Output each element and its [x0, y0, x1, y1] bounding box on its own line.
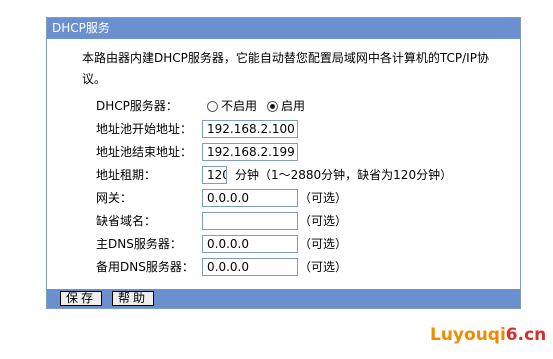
help-button[interactable]: 帮助 — [112, 291, 154, 306]
backup-dns-input[interactable]: 0.0.0.0 — [202, 258, 298, 276]
pool-start-label: 地址池开始地址： — [96, 122, 193, 136]
pool-end-input[interactable]: 192.168.2.199 — [202, 143, 298, 161]
dhcp-disable-option[interactable]: 不启用 — [207, 95, 257, 117]
watermark-part2: 6.cn — [505, 325, 547, 345]
dhcp-server-radio-group: 不启用 启用 — [207, 95, 315, 117]
gateway-row: 网关： 0.0.0.0 （可选） — [96, 187, 496, 209]
primary-dns-optional-note: （可选） — [299, 237, 348, 251]
gateway-label: 网关： — [96, 191, 133, 205]
lease-label: 地址租期： — [96, 168, 157, 182]
dhcp-server-label: DHCP服务器： — [96, 99, 178, 113]
lease-row: 地址租期： 120 分钟（1～2880分钟，缺省为120分钟） — [96, 164, 506, 186]
lease-input[interactable]: 120 — [202, 166, 227, 184]
gateway-input[interactable]: 0.0.0.0 — [202, 189, 298, 207]
dhcp-enable-radio[interactable] — [267, 100, 279, 112]
pool-end-row: 地址池结束地址： 192.168.2.199 — [96, 141, 496, 163]
primary-dns-label: 主DNS服务器： — [96, 237, 182, 251]
dhcp-enable-option[interactable]: 启用 — [267, 95, 305, 117]
domain-optional-note: （可选） — [299, 214, 348, 228]
domain-label: 缺省域名： — [96, 214, 157, 228]
panel-title: DHCP服务 — [47, 18, 520, 39]
domain-input[interactable] — [202, 212, 298, 230]
backup-dns-row: 备用DNS服务器： 0.0.0.0 （可选） — [96, 256, 496, 278]
dhcp-service-panel: DHCP服务 本路由器内建DHCP服务器，它能自动替您配置局域网中各计算机的TC… — [46, 17, 521, 309]
watermark-part1: Luyouqi — [430, 325, 506, 345]
pool-start-row: 地址池开始地址： 192.168.2.100 — [96, 118, 496, 140]
dhcp-enable-label[interactable]: 启用 — [281, 95, 305, 117]
primary-dns-row: 主DNS服务器： 0.0.0.0 （可选） — [96, 233, 496, 255]
backup-dns-label: 备用DNS服务器： — [96, 260, 194, 274]
gateway-optional-note: （可选） — [299, 191, 348, 205]
pool-end-label: 地址池结束地址： — [96, 145, 193, 159]
primary-dns-input[interactable]: 0.0.0.0 — [202, 235, 298, 253]
domain-row: 缺省域名： （可选） — [96, 210, 496, 232]
backup-dns-optional-note: （可选） — [299, 260, 348, 274]
panel-description: 本路由器内建DHCP服务器，它能自动替您配置局域网中各计算机的TCP/IP协议。 — [82, 51, 489, 86]
save-button[interactable]: 保存 — [60, 291, 102, 306]
lease-note: 分钟（1～2880分钟，缺省为120分钟） — [235, 168, 453, 182]
dhcp-disable-radio[interactable] — [207, 100, 218, 112]
dhcp-server-row: DHCP服务器： 不启用 启用 — [96, 95, 496, 117]
watermark-logo: Luyouqi6.cn — [430, 325, 546, 345]
pool-start-input[interactable]: 192.168.2.100 — [202, 120, 298, 138]
dhcp-disable-label[interactable]: 不启用 — [221, 95, 257, 117]
